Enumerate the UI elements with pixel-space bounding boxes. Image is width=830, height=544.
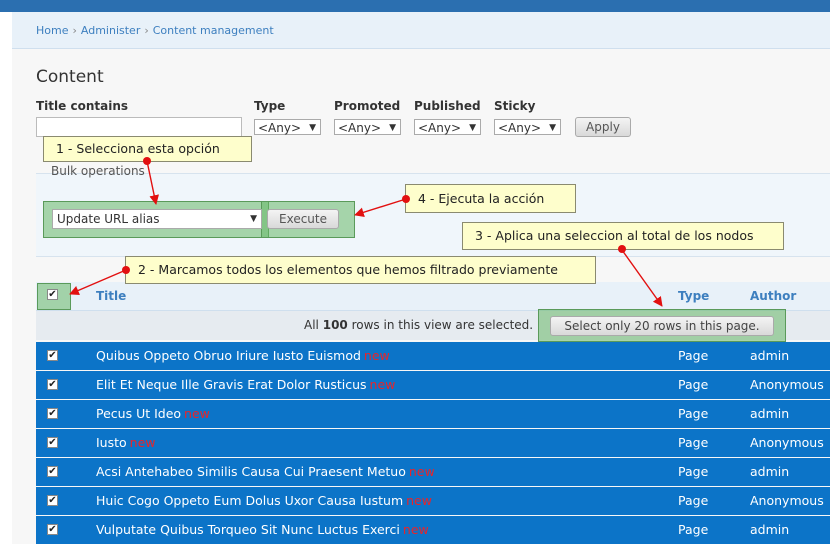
title-column-header[interactable]: Title [96,289,126,303]
row-checkbox[interactable]: ✔ [47,466,58,477]
table-row[interactable]: ✔ Huic Cogo Oppeto Eum Dolus Uxor Causa … [36,487,830,515]
callout-step-4: 4 - Ejecuta la acción [405,184,576,213]
new-marker: new [363,348,390,363]
title-filter-input[interactable] [36,117,242,137]
row-title-link[interactable]: Elit Et Neque Ille Gravis Erat Dolor Rus… [96,377,367,392]
row-title-link[interactable]: Vulputate Quibus Torqueo Sit Nunc Luctus… [96,522,400,537]
new-marker: new [408,464,435,479]
selection-count: 100 [322,318,348,332]
table-header [36,282,830,311]
author-column-header[interactable]: Author [750,289,796,303]
callout-dot [122,266,130,274]
row-checkbox[interactable]: ✔ [47,524,58,535]
row-type: Page [678,493,709,508]
callout-dot [402,195,410,203]
table-row[interactable]: ✔ Acsi Antehabeo Similis Causa Cui Praes… [36,458,830,486]
new-marker: new [129,435,156,450]
row-author[interactable]: Anonymous [750,377,824,392]
table-row[interactable]: ✔ Iusto new Page Anonymous [36,429,830,457]
sticky-filter-label: Sticky [494,99,536,113]
operation-select-value: Update URL alias [57,212,160,226]
row-type: Page [678,522,709,537]
row-author[interactable]: admin [750,464,789,479]
breadcrumb-separator: › [72,24,77,37]
new-marker: new [184,406,210,421]
breadcrumb-content-link[interactable]: Content management [153,24,274,37]
page-title: Content [36,67,104,87]
promoted-filter-select[interactable]: <Any> ▼ [334,119,401,135]
row-checkbox[interactable]: ✔ [47,350,58,361]
row-title-link[interactable]: Quibus Oppeto Obruo Iriure Iusto Euismod [96,348,361,363]
apply-button[interactable]: Apply [575,117,631,137]
row-author[interactable]: admin [750,406,789,421]
chevron-down-icon: ▼ [469,123,476,133]
chevron-down-icon: ▼ [309,123,316,133]
chevron-down-icon: ▼ [250,214,257,224]
selection-info-text: All 100 rows in this view are selected. [304,318,533,332]
table-row[interactable]: ✔ Quibus Oppeto Obruo Iriure Iusto Euism… [36,342,830,370]
published-filter-label: Published [414,99,481,113]
row-type: Page [678,406,709,421]
breadcrumb-separator: › [144,24,149,37]
row-type: Page [678,348,709,363]
published-filter-value: <Any> [418,121,462,135]
promoted-filter-value: <Any> [338,121,382,135]
row-author[interactable]: Anonymous [750,493,824,508]
new-marker: new [406,493,432,508]
new-marker: new [369,377,396,392]
selection-suffix: rows in this view are selected. [351,318,534,332]
row-author[interactable]: admin [750,522,789,537]
type-filter-value: <Any> [258,121,302,135]
published-filter-select[interactable]: <Any> ▼ [414,119,481,135]
row-title-link[interactable]: Pecus Ut Ideo [96,406,181,421]
type-filter-label: Type [254,99,286,113]
row-type: Page [678,435,709,450]
execute-button[interactable]: Execute [267,209,339,229]
callout-dot [143,157,151,165]
title-filter-label: Title contains [36,99,128,113]
breadcrumb-administer-link[interactable]: Administer [81,24,140,37]
new-marker: new [402,522,429,537]
breadcrumb: Home › Administer › Content management [36,24,274,37]
table-row[interactable]: ✔ Elit Et Neque Ille Gravis Erat Dolor R… [36,371,830,399]
sticky-filter-select[interactable]: <Any> ▼ [494,119,561,135]
row-title-link[interactable]: Acsi Antehabeo Similis Causa Cui Praesen… [96,464,406,479]
top-bar [0,0,830,12]
row-title-link[interactable]: Iusto [96,435,127,450]
select-all-checkbox[interactable]: ✔ [47,289,58,300]
sticky-filter-value: <Any> [498,121,542,135]
bulk-operations-legend: Bulk operations [51,164,145,178]
promoted-filter-label: Promoted [334,99,401,113]
type-column-header[interactable]: Type [678,289,709,303]
table-row[interactable]: ✔ Vulputate Quibus Torqueo Sit Nunc Luct… [36,516,830,544]
row-type: Page [678,464,709,479]
chevron-down-icon: ▼ [389,123,396,133]
row-type: Page [678,377,709,392]
row-checkbox[interactable]: ✔ [47,495,58,506]
selection-prefix: All [304,318,319,332]
row-title-link[interactable]: Huic Cogo Oppeto Eum Dolus Uxor Causa Iu… [96,493,403,508]
callout-dot [618,245,626,253]
row-checkbox[interactable]: ✔ [47,437,58,448]
breadcrumb-home-link[interactable]: Home [36,24,68,37]
operation-select[interactable]: Update URL alias ▼ [52,209,262,229]
row-checkbox[interactable]: ✔ [47,379,58,390]
row-author[interactable]: admin [750,348,789,363]
row-author[interactable]: Anonymous [750,435,824,450]
chevron-down-icon: ▼ [549,123,556,133]
type-filter-select[interactable]: <Any> ▼ [254,119,321,135]
row-checkbox[interactable]: ✔ [47,408,58,419]
callout-step-2: 2 - Marcamos todos los elementos que hem… [125,256,596,284]
table-row[interactable]: ✔ Pecus Ut Ideo new Page admin [36,400,830,428]
select-page-rows-button[interactable]: Select only 20 rows in this page. [550,316,774,336]
